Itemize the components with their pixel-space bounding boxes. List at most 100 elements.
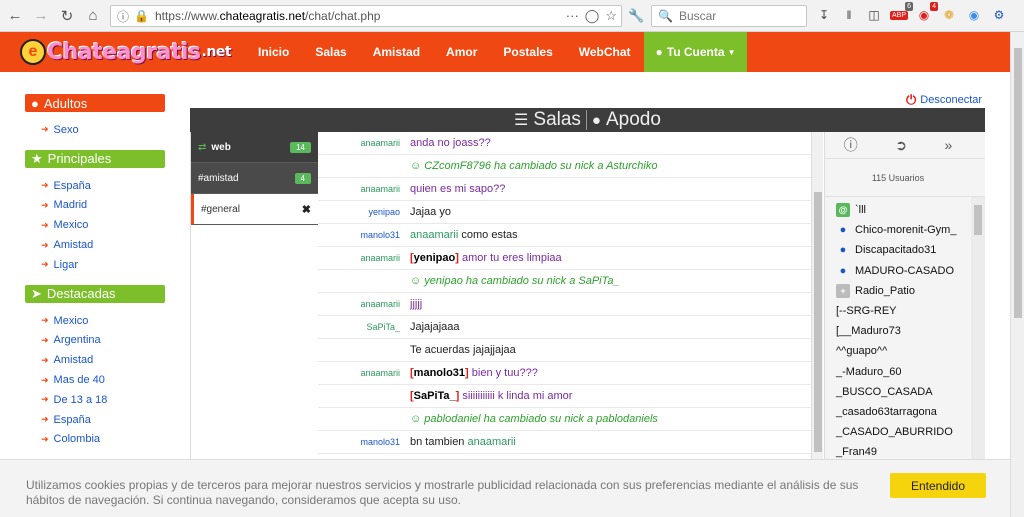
extension-icon[interactable]: ◉ 4 xyxy=(916,2,938,24)
user-item[interactable]: _CASADO_ABURRIDO xyxy=(836,422,985,442)
user-item[interactable]: + Radio_Patio xyxy=(836,281,985,301)
tab-salas[interactable]: ☰ Salas xyxy=(509,108,586,132)
chat-header: ☰ Salas ● Apodo xyxy=(190,108,985,132)
message-text: Te acuerdas jajajjajaa xyxy=(410,344,516,356)
scroll-thumb[interactable] xyxy=(814,192,822,452)
sidebar-link[interactable]: ➜ Mas de 40 xyxy=(41,370,165,390)
sign-out-icon[interactable]: ➲ xyxy=(895,137,907,154)
message-nick[interactable]: manolo31 xyxy=(318,437,410,447)
sidebar-link[interactable]: ➜ Amistad xyxy=(41,235,165,255)
site-navbar: e Chateagratis .net Inicio Salas Amistad… xyxy=(0,32,1010,72)
user-item[interactable]: [--SRG-REY xyxy=(836,301,985,321)
nav-salas[interactable]: Salas xyxy=(302,32,359,72)
messages-scrollbar[interactable] xyxy=(811,132,823,459)
close-icon[interactable]: ✖ xyxy=(302,203,311,216)
palette-icon[interactable]: ◉ xyxy=(966,6,982,24)
message-row: anaamarii anda no joass?? xyxy=(318,132,811,155)
person-icon: ● xyxy=(839,264,847,277)
scroll-thumb[interactable] xyxy=(1014,48,1022,318)
message-nick[interactable]: anaamarii xyxy=(318,299,410,309)
nav-amor[interactable]: Amor xyxy=(433,32,490,72)
sidebar-link[interactable]: ➜ España xyxy=(41,176,165,196)
color-wheel-icon[interactable]: ❁ xyxy=(941,6,957,24)
double-chevron-right-icon[interactable]: » xyxy=(944,137,952,153)
message-nick[interactable]: manolo31 xyxy=(318,230,410,240)
adblock-icon[interactable]: ABP 6 xyxy=(890,2,913,24)
user-item[interactable]: _-Maduro_60 xyxy=(836,362,985,382)
room-web[interactable]: ⇄ web 14 xyxy=(191,132,318,163)
user-item[interactable]: _BUSCO_CASADA xyxy=(836,382,985,402)
account-dropdown[interactable]: ● Tu Cuenta ▼ xyxy=(643,32,748,72)
sidebar-link[interactable]: ➜ De 13 a 18 xyxy=(41,390,165,410)
back-arrow-icon[interactable]: ← xyxy=(4,5,26,27)
message-text: Jajaa yo xyxy=(410,206,451,218)
sidebar-link[interactable]: ➜ Amistad xyxy=(41,350,165,370)
section-principales: ★ Principales xyxy=(25,149,165,168)
users-scrollbar[interactable] xyxy=(971,197,985,459)
sidebar-link[interactable]: ➜ Madrid xyxy=(41,196,165,216)
user-item[interactable]: @ `lll xyxy=(836,200,985,220)
sidebar-icon[interactable]: ◫ xyxy=(866,6,882,24)
voice-plus-icon: + xyxy=(836,283,850,298)
sidebar-link[interactable]: ➜ Argentina xyxy=(41,331,165,351)
home-icon[interactable]: ⌂ xyxy=(82,5,104,27)
tab-apodo[interactable]: ● Apodo xyxy=(587,108,666,132)
arrow-right-icon: ➜ xyxy=(41,219,49,230)
pocket-icon[interactable]: ◯ xyxy=(585,8,600,24)
sidebar-link[interactable]: ➜ Ligar xyxy=(41,255,165,275)
address-bar[interactable]: ⓘ 🔒 https://www.chateagratis.net/chat/ch… xyxy=(110,5,622,27)
user-icon: ● xyxy=(655,45,663,59)
search-input[interactable]: 🔍 Buscar xyxy=(651,5,807,27)
more-dots-icon[interactable]: ··· xyxy=(566,8,579,24)
reload-icon[interactable]: ↻ xyxy=(56,5,78,27)
scroll-thumb[interactable] xyxy=(974,205,982,235)
left-sidebar: ● Adultos ➜ Sexo ★ Principales ➜ España ➜ M… xyxy=(25,94,165,459)
info-circle-icon[interactable]: ⓘ xyxy=(844,135,858,155)
message-row: [SaPiTa_] siiiiiiiiiii k linda mi amor xyxy=(318,385,811,408)
nav-inicio[interactable]: Inicio xyxy=(245,32,302,72)
message-nick[interactable]: anaamarii xyxy=(318,184,410,194)
arrow-right-icon: ➜ xyxy=(41,394,49,405)
user-item[interactable]: ● Discapacitado31 xyxy=(836,240,985,260)
user-item[interactable]: _Fran49 xyxy=(836,442,985,459)
cookie-text: Utilizamos cookies propias y de terceros… xyxy=(26,478,859,507)
sidebar-link[interactable]: ➜ Sexo xyxy=(41,120,165,140)
nav-postales[interactable]: Postales xyxy=(490,32,565,72)
info-icon[interactable]: ⓘ xyxy=(117,8,129,25)
message-nick[interactable]: yenipao xyxy=(318,207,410,217)
wrench-icon[interactable]: 🔧 xyxy=(628,8,644,24)
user-item[interactable]: ^^guapo^^ xyxy=(836,341,985,361)
nav-amistad[interactable]: Amistad xyxy=(360,32,433,72)
download-icon[interactable]: ↧ xyxy=(816,6,832,24)
user-item[interactable]: ● Chico-morenit-Gym_ xyxy=(836,220,985,240)
message-nick[interactable]: SaPiTa_ xyxy=(318,322,410,332)
message-nick[interactable]: anaamarii xyxy=(318,138,410,148)
nav-webchat[interactable]: WebChat xyxy=(566,32,644,72)
sidebar-link[interactable]: ➜ Mexico xyxy=(41,215,165,235)
user-icon: ● xyxy=(31,95,39,111)
page-scrollbar[interactable] xyxy=(1010,32,1024,517)
arrow-right-icon: ➜ xyxy=(41,334,49,345)
message-row: Te acuerdas jajajjajaa xyxy=(318,339,811,362)
site-logo[interactable]: e Chateagratis .net xyxy=(20,34,232,70)
forward-arrow-icon[interactable]: → xyxy=(30,5,52,27)
library-icon[interactable]: ‖ xyxy=(841,6,857,24)
settings-gear-icon[interactable]: ⚙ xyxy=(991,6,1007,24)
list-icon: ☰ xyxy=(514,112,529,129)
sidebar-link[interactable]: ➜ España xyxy=(41,410,165,430)
room-general[interactable]: #general ✖ xyxy=(191,194,318,225)
user-icon: ● xyxy=(591,111,601,129)
sidebar-link[interactable]: ➜ Mexico xyxy=(41,311,165,331)
arrow-right-icon: ➜ xyxy=(41,374,49,385)
message-nick[interactable]: anaamarii xyxy=(318,368,410,378)
user-item[interactable]: [__Maduro73 xyxy=(836,321,985,341)
message-text: [manolo31] bien y tuu??? xyxy=(410,367,538,379)
room-amistad[interactable]: #amistad 4 xyxy=(191,163,318,194)
user-item[interactable]: ● MADURO-CASADO xyxy=(836,261,985,281)
accept-cookies-button[interactable]: Entendido xyxy=(890,473,986,498)
user-item[interactable]: _casado63tarragona xyxy=(836,402,985,422)
bookmark-star-icon[interactable]: ☆ xyxy=(605,8,617,24)
message-nick[interactable]: anaamarii xyxy=(318,253,410,263)
sidebar-link[interactable]: ➜ Colombia xyxy=(41,430,165,450)
disconnect-button[interactable]: ⏻ Desconectar xyxy=(906,92,982,108)
